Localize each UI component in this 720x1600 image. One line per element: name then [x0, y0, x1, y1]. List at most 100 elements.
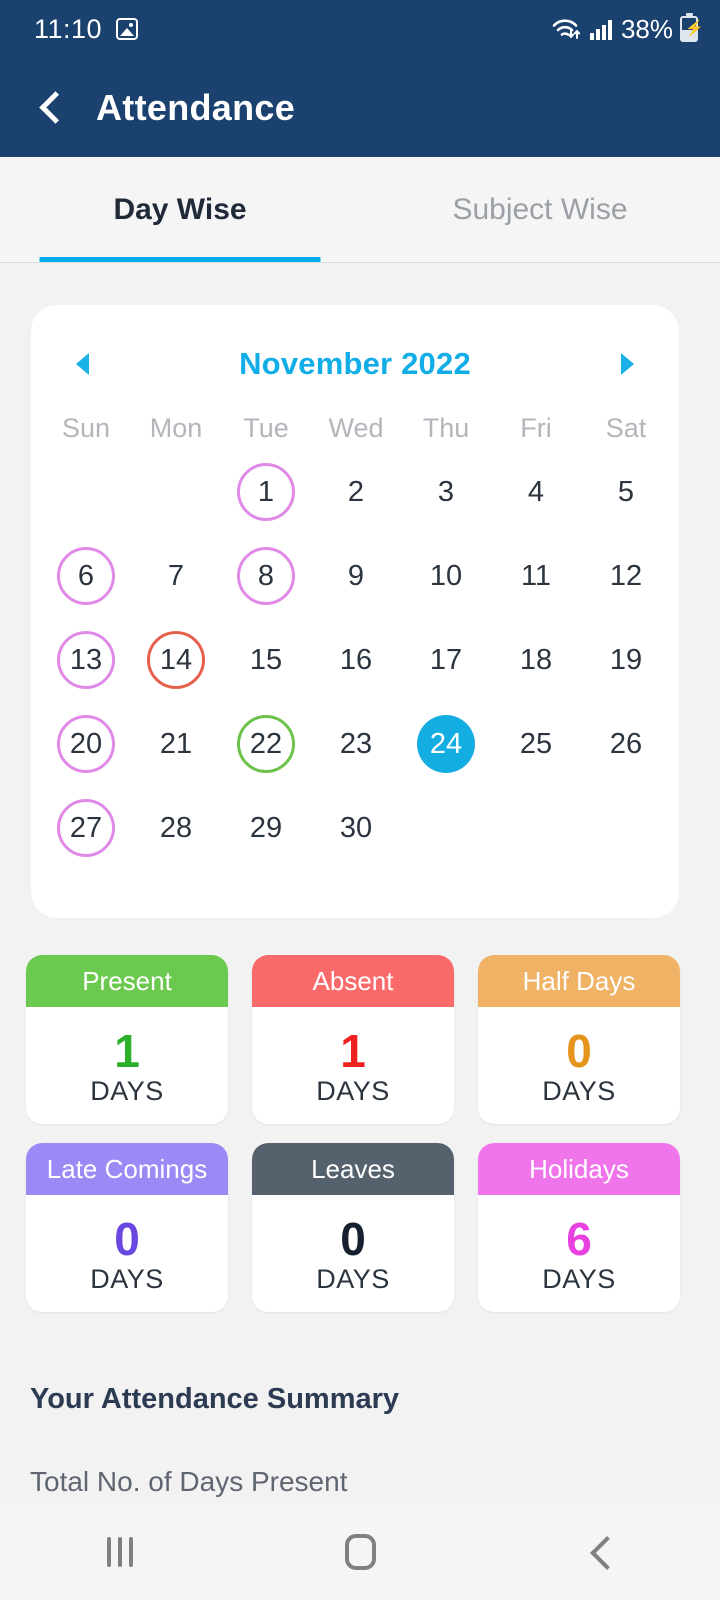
calendar-day-7[interactable]: 7 — [147, 547, 205, 605]
tab-day-wise[interactable]: Day Wise — [0, 157, 360, 262]
calendar-cell[interactable]: 19 — [581, 624, 671, 696]
status-bar-left: 11:10 — [34, 13, 139, 45]
stat-card[interactable]: Leaves 0 DAYS — [252, 1143, 454, 1312]
calendar-day-19[interactable]: 19 — [597, 631, 655, 689]
weekday-label: Wed — [328, 413, 384, 443]
calendar-cell[interactable]: 22 — [221, 708, 311, 780]
calendar-cell[interactable]: 8 — [221, 540, 311, 612]
stat-card-value: 0 — [340, 1213, 366, 1265]
calendar-cell[interactable]: 17 — [401, 624, 491, 696]
calendar-day-23[interactable]: 23 — [327, 715, 385, 773]
calendar-day-16[interactable]: 16 — [327, 631, 385, 689]
stat-card[interactable]: Late Comings 0 DAYS — [26, 1143, 228, 1312]
calendar-cell[interactable]: 24 — [401, 708, 491, 780]
calendar-day-27[interactable]: 27 — [57, 799, 115, 857]
calendar-cell[interactable]: 21 — [131, 708, 221, 780]
calendar-day-1[interactable]: 1 — [237, 463, 295, 521]
calendar-cell[interactable]: 28 — [131, 792, 221, 864]
stat-card-title: Absent — [252, 955, 454, 1007]
calendar-week-row: 20 21 22 23 24 25 26 — [31, 708, 679, 780]
summary-title: Your Attendance Summary — [30, 1383, 400, 1415]
attendance-screen: 11:10 38% ⚡ Attendance Day Wise Subject … — [0, 0, 720, 1600]
calendar-cell[interactable]: 2 — [311, 456, 401, 528]
calendar-day-26[interactable]: 26 — [597, 715, 655, 773]
stat-card-body: 0 DAYS — [252, 1195, 454, 1312]
stat-card[interactable]: Half Days 0 DAYS — [478, 955, 680, 1124]
calendar-day-28[interactable]: 28 — [147, 799, 205, 857]
calendar-cell[interactable]: 20 — [41, 708, 131, 780]
calendar-cell[interactable]: 4 — [491, 456, 581, 528]
calendar-cell — [581, 792, 671, 864]
calendar-day-2[interactable]: 2 — [327, 463, 385, 521]
calendar-cell[interactable]: 13 — [41, 624, 131, 696]
calendar-day-14[interactable]: 14 — [147, 631, 205, 689]
calendar-cell[interactable]: 10 — [401, 540, 491, 612]
calendar-cell[interactable]: 1 — [221, 456, 311, 528]
calendar-cell[interactable]: 12 — [581, 540, 671, 612]
weekday-label: Tue — [243, 413, 289, 443]
stat-card-unit: DAYS — [542, 1076, 616, 1106]
calendar-cell[interactable]: 26 — [581, 708, 671, 780]
calendar-day-29[interactable]: 29 — [237, 799, 295, 857]
stat-card[interactable]: Holidays 6 DAYS — [478, 1143, 680, 1312]
calendar-day-10[interactable]: 10 — [417, 547, 475, 605]
wifi-icon — [552, 19, 581, 39]
calendar-day-30[interactable]: 30 — [327, 799, 385, 857]
calendar-cell[interactable]: 23 — [311, 708, 401, 780]
calendar-day-22[interactable]: 22 — [237, 715, 295, 773]
calendar-day-13[interactable]: 13 — [57, 631, 115, 689]
calendar-cell[interactable]: 11 — [491, 540, 581, 612]
stat-card-unit: DAYS — [542, 1264, 616, 1294]
calendar-cell[interactable]: 3 — [401, 456, 491, 528]
stat-card-value: 6 — [566, 1213, 592, 1265]
calendar-day-9[interactable]: 9 — [327, 547, 385, 605]
calendar-cell[interactable]: 29 — [221, 792, 311, 864]
stat-card-body: 0 DAYS — [478, 1007, 680, 1124]
calendar-day-12[interactable]: 12 — [597, 547, 655, 605]
stat-card-title: Holidays — [478, 1143, 680, 1195]
calendar-cell[interactable]: 16 — [311, 624, 401, 696]
chevron-right-icon[interactable] — [613, 349, 643, 379]
back-chevron-icon[interactable] — [34, 91, 68, 125]
calendar-cell[interactable]: 27 — [41, 792, 131, 864]
calendar-cell[interactable]: 6 — [41, 540, 131, 612]
calendar-day-3[interactable]: 3 — [417, 463, 475, 521]
back-icon[interactable] — [480, 1540, 720, 1564]
calendar-cell[interactable]: 14 — [131, 624, 221, 696]
calendar-day-18[interactable]: 18 — [507, 631, 565, 689]
recents-icon[interactable] — [0, 1536, 240, 1567]
weekday-label: Fri — [520, 413, 552, 443]
stat-card[interactable]: Present 1 DAYS — [26, 955, 228, 1124]
attendance-summary: Your Attendance Summary — [30, 1383, 690, 1416]
status-bar-clock: 11:10 — [34, 13, 103, 44]
calendar-cell[interactable]: 5 — [581, 456, 671, 528]
calendar-cell[interactable]: 30 — [311, 792, 401, 864]
stat-card[interactable]: Absent 1 DAYS — [252, 955, 454, 1124]
calendar-day-11[interactable]: 11 — [507, 547, 565, 605]
calendar-day-25[interactable]: 25 — [507, 715, 565, 773]
calendar-day-15[interactable]: 15 — [237, 631, 295, 689]
calendar-cell[interactable]: 7 — [131, 540, 221, 612]
calendar-cell — [491, 792, 581, 864]
calendar-day-17[interactable]: 17 — [417, 631, 475, 689]
calendar-day-5[interactable]: 5 — [597, 463, 655, 521]
calendar-day-20[interactable]: 20 — [57, 715, 115, 773]
tab-subject-wise[interactable]: Subject Wise — [360, 157, 720, 262]
calendar-day-4[interactable]: 4 — [507, 463, 565, 521]
calendar-day-24[interactable]: 24 — [417, 715, 475, 773]
calendar-day-6[interactable]: 6 — [57, 547, 115, 605]
calendar-cell[interactable]: 15 — [221, 624, 311, 696]
calendar-day-8[interactable]: 8 — [237, 547, 295, 605]
chevron-left-icon[interactable] — [67, 349, 97, 379]
stat-card-row: Present 1 DAYS Absent 1 DAYS Half Days 0 DAYS — [26, 955, 680, 1124]
home-icon[interactable] — [240, 1533, 480, 1570]
calendar-cell[interactable]: 9 — [311, 540, 401, 612]
stat-card-title: Present — [26, 955, 228, 1007]
stat-card-value: 0 — [114, 1213, 140, 1265]
calendar-cell[interactable]: 25 — [491, 708, 581, 780]
weekday-label: Mon — [149, 413, 203, 443]
calendar-day-21[interactable]: 21 — [147, 715, 205, 773]
system-nav-bar — [0, 1503, 720, 1600]
calendar-cell[interactable]: 18 — [491, 624, 581, 696]
calendar-grid: 1 2 3 4 5 6 7 8 9 10 11 12 13 14 15 16 17 18 19 20 21 22 23 24 2… — [31, 456, 679, 864]
